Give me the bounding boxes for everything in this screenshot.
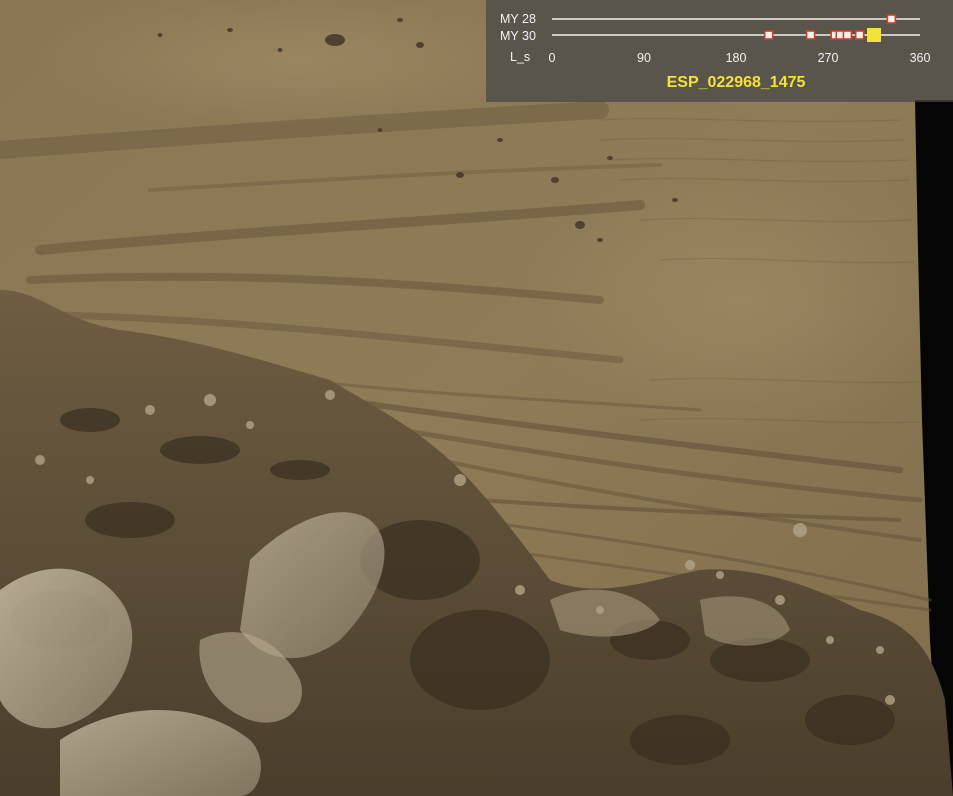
axis-tick-label: 180 [726, 51, 747, 65]
terrain-image [0, 0, 953, 796]
axis-tick-label: 90 [637, 51, 651, 65]
row-label-my28: MY 28 [500, 12, 536, 26]
observation-marker [805, 30, 816, 40]
seasonal-timeline: MY 28 MY 30 L_s 0 90 180 270 360 ESP_022… [500, 12, 931, 91]
observation-marker [886, 14, 897, 24]
axis-tick-label: 270 [818, 51, 839, 65]
observation-timeline-overlay: MY 28 MY 30 L_s 0 90 180 270 360 ESP_022… [486, 0, 953, 102]
mars-slope-image [0, 0, 953, 796]
observation-marker [763, 30, 774, 40]
row-label-my30: MY 30 [500, 29, 536, 43]
observation-marker [842, 30, 853, 40]
observation-id: ESP_022968_1475 [667, 74, 806, 91]
axis-label-ls: L_s [510, 50, 530, 64]
axis-tick-label: 0 [549, 51, 556, 65]
current-observation-marker [867, 28, 881, 42]
axis-tick-label: 360 [910, 51, 931, 65]
observation-marker [854, 30, 865, 40]
